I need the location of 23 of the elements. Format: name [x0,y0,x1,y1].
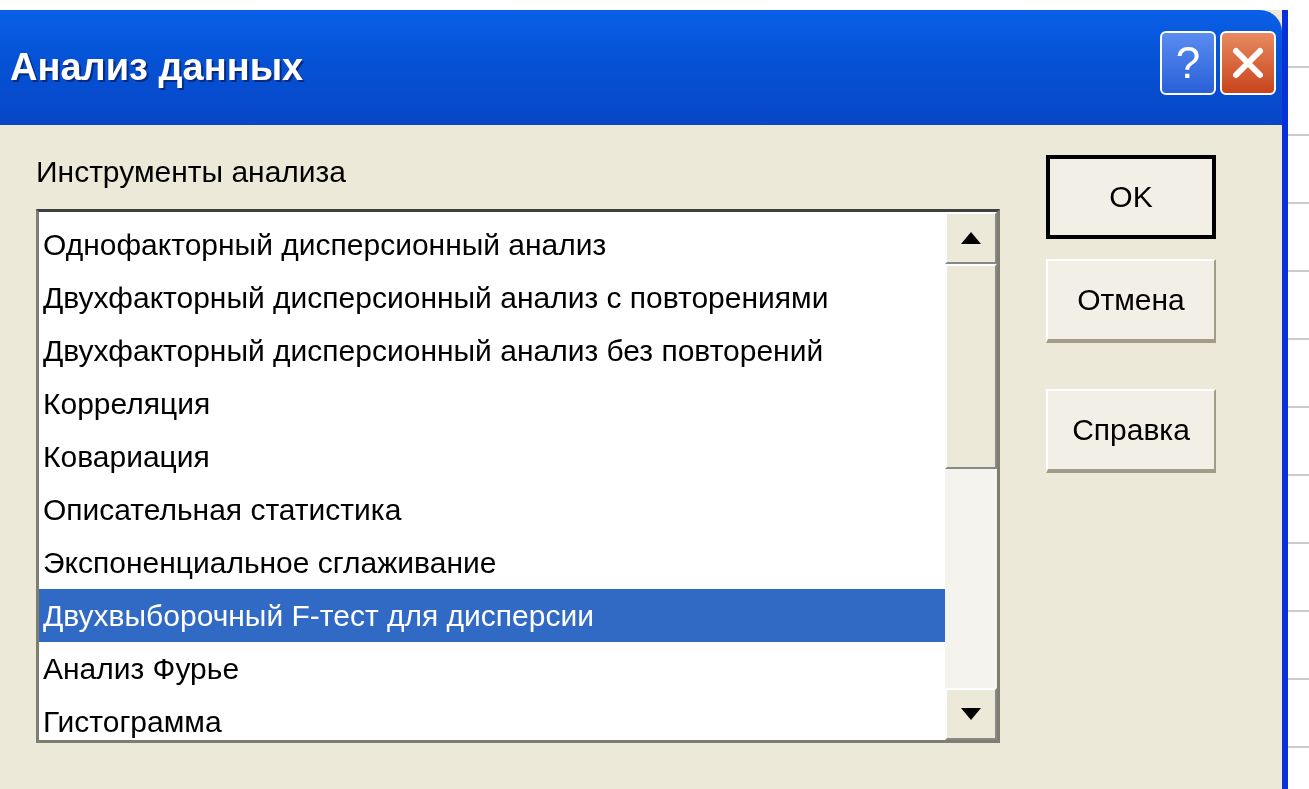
window-title: Анализ данных [10,46,304,89]
scroll-thumb[interactable] [945,264,997,469]
up-arrow-icon [961,232,981,244]
cancel-button[interactable]: Отмена [1046,259,1216,343]
list-item[interactable]: Двухвыборочный F-тест для дисперсии [39,589,945,642]
help-button[interactable]: ? [1160,30,1216,95]
list-item[interactable]: Анализ Фурье [39,642,945,695]
ok-button[interactable]: OK [1046,155,1216,239]
list-item[interactable]: Ковариация [39,430,945,483]
list-item[interactable]: Однофакторный дисперсионный анализ [39,218,945,271]
list-item[interactable]: Корреляция [39,377,945,430]
list-item[interactable]: Экспоненциальное сглаживание [39,536,945,589]
list-item[interactable]: Гистограмма [39,695,945,748]
list-label: Инструменты анализа [36,155,348,189]
list-item[interactable]: Двухфакторный дисперсионный анализ с повторениями [39,271,945,324]
list-item[interactable]: Двухфакторный дисперсионный анализ без повторений [39,324,945,377]
help-button[interactable]: Справка [1046,389,1216,473]
close-button[interactable] [1220,30,1276,95]
down-arrow-icon [961,708,981,720]
list-item[interactable]: Описательная статистика [39,483,945,536]
scrollbar[interactable] [945,212,997,740]
scroll-up-button[interactable] [945,212,997,264]
scroll-down-button[interactable] [945,688,997,740]
